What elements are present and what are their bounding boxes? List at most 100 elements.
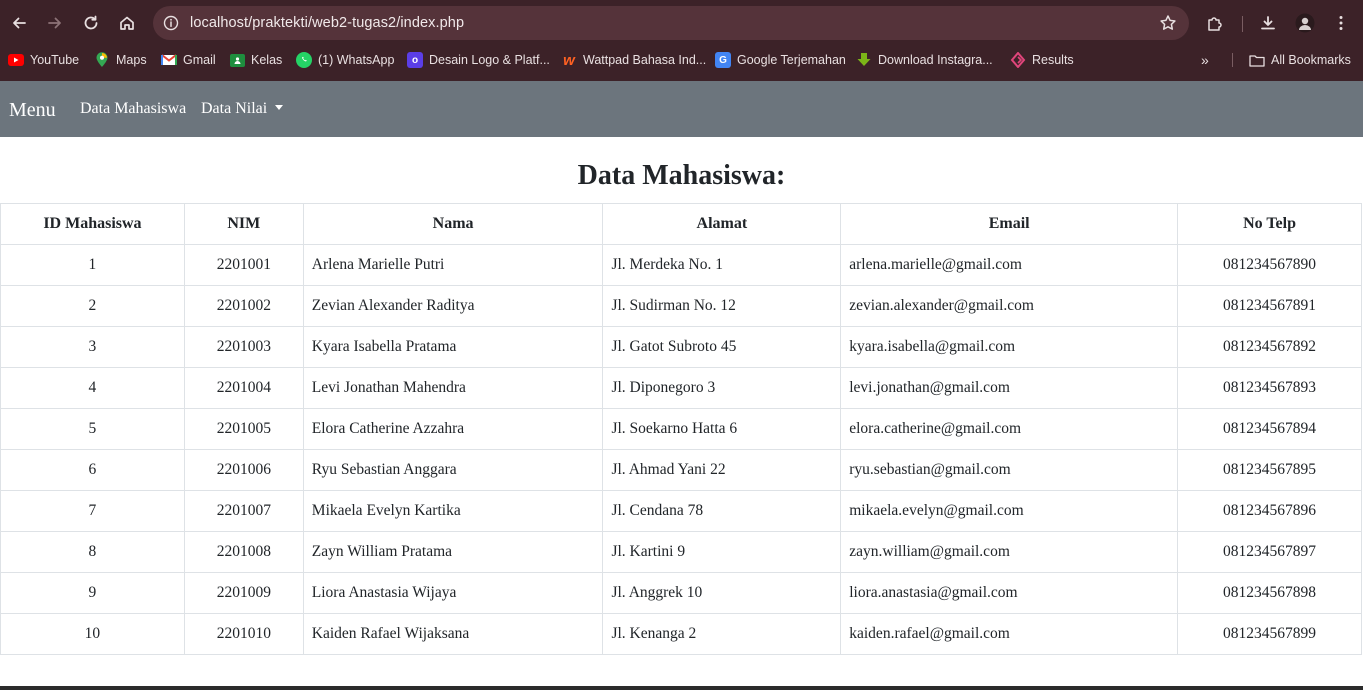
reload-button[interactable] xyxy=(76,8,106,38)
table-row: 1 2201001 Arlena Marielle Putri Jl. Merdeka… xyxy=(0,244,1362,286)
cell-nama: Zevian Alexander Raditya xyxy=(302,285,604,327)
cell-email: liora.anastasia@gmail.com xyxy=(840,572,1179,614)
cell-alamat: Jl. Ahmad Yani 22 xyxy=(602,449,842,491)
cell-nim: 2201004 xyxy=(183,367,304,409)
cell-nama: Elora Catherine Azzahra xyxy=(302,408,604,450)
back-button[interactable] xyxy=(4,8,34,38)
column-header-email: Email xyxy=(840,203,1179,245)
gmail-icon xyxy=(161,52,177,68)
cell-email: elora.catherine@gmail.com xyxy=(840,408,1179,450)
wattpad-icon: w xyxy=(563,51,575,69)
nav-link-data-mahasiswa[interactable]: Data Mahasiswa xyxy=(80,100,186,118)
bookmark-label: Wattpad Bahasa Ind... xyxy=(583,53,707,67)
maps-icon xyxy=(94,52,110,68)
cell-nim: 2201006 xyxy=(183,449,304,491)
column-header-nama: Nama xyxy=(302,203,604,245)
browser-menu-button[interactable] xyxy=(1326,8,1356,38)
cell-id: 7 xyxy=(0,490,185,532)
column-header-alamat: Alamat xyxy=(602,203,842,245)
table-row: 2 2201002 Zevian Alexander Raditya Jl. Sudi… xyxy=(0,285,1362,327)
cell-nama: Levi Jonathan Mahendra xyxy=(302,367,604,409)
forward-button[interactable] xyxy=(40,8,70,38)
site-info-icon[interactable] xyxy=(161,13,181,33)
cell-nama: Kyara Isabella Pratama xyxy=(302,326,604,368)
cell-alamat: Jl. Anggrek 10 xyxy=(602,572,842,614)
cell-nim: 2201001 xyxy=(183,244,304,286)
cell-id: 8 xyxy=(0,531,185,573)
classroom-icon xyxy=(230,53,245,67)
cell-id: 4 xyxy=(0,367,185,409)
bookmark-download-instagram[interactable]: Download Instagra... xyxy=(856,50,993,70)
toolbar-divider xyxy=(1242,16,1243,32)
url-text[interactable]: localhost/praktekti/web2-tugas2/index.ph… xyxy=(190,15,464,31)
home-button[interactable] xyxy=(112,8,142,38)
results-icon xyxy=(1010,52,1026,68)
avatar xyxy=(1295,13,1315,33)
all-bookmarks-label: All Bookmarks xyxy=(1271,53,1351,67)
cell-alamat: Jl. Merdeka No. 1 xyxy=(602,244,842,286)
bookmark-desain-logo[interactable]: o Desain Logo & Platf... xyxy=(407,50,550,70)
cell-no-telp: 081234567891 xyxy=(1177,285,1362,327)
taskbar-edge xyxy=(0,686,1363,690)
cell-nama: Arlena Marielle Putri xyxy=(302,244,604,286)
bookmark-label: Results xyxy=(1032,53,1074,67)
bookmark-label: Kelas xyxy=(251,53,283,67)
cell-email: arlena.marielle@gmail.com xyxy=(840,244,1179,286)
profile-button[interactable] xyxy=(1290,8,1320,38)
table-row: 4 2201004 Levi Jonathan Mahendra Jl. Dipone… xyxy=(0,367,1362,409)
cell-email: mikaela.evelyn@gmail.com xyxy=(840,490,1179,532)
bookmark-label: Download Instagra... xyxy=(878,53,993,67)
more-bookmarks-button[interactable]: » xyxy=(1201,50,1209,70)
bookmark-label: Google Terjemahan xyxy=(737,53,846,67)
downloads-button[interactable] xyxy=(1253,8,1283,38)
back-arrow-icon xyxy=(13,17,26,29)
cell-no-telp: 081234567896 xyxy=(1177,490,1362,532)
navbar-brand[interactable]: Menu xyxy=(9,99,56,122)
cell-no-telp: 081234567890 xyxy=(1177,244,1362,286)
bookmark-maps[interactable]: Maps xyxy=(94,50,147,70)
cell-no-telp: 081234567894 xyxy=(1177,408,1362,450)
bookmark-wattpad[interactable]: w Wattpad Bahasa Ind... xyxy=(561,50,706,70)
cell-no-telp: 081234567899 xyxy=(1177,613,1362,655)
forward-arrow-icon xyxy=(48,17,61,29)
bookmarks-bar: YouTube Maps Gmail Kelas (1) WhatsApp o … xyxy=(0,46,1363,74)
cell-id: 6 xyxy=(0,449,185,491)
canva-icon: o xyxy=(407,52,423,68)
cell-id: 1 xyxy=(0,244,185,286)
bookmark-star-icon[interactable] xyxy=(1159,14,1177,32)
bookmark-youtube[interactable]: YouTube xyxy=(8,50,79,70)
download-icon xyxy=(1261,16,1275,30)
nav-dropdown-data-nilai[interactable]: Data Nilai xyxy=(201,100,284,118)
bookmark-results[interactable]: Results xyxy=(1010,50,1074,70)
cell-nama: Liora Anastasia Wijaya xyxy=(302,572,604,614)
caret-down-icon xyxy=(275,105,284,111)
bookmarks-divider xyxy=(1232,53,1233,67)
cell-nim: 2201008 xyxy=(183,531,304,573)
bookmark-kelas[interactable]: Kelas xyxy=(230,50,282,70)
bookmark-google-terjemahan[interactable]: G Google Terjemahan xyxy=(715,50,846,70)
cell-id: 9 xyxy=(0,572,185,614)
cell-nim: 2201003 xyxy=(183,326,304,368)
navbar: Menu Data Mahasiswa Data Nilai xyxy=(0,81,1363,137)
cell-alamat: Jl. Kartini 9 xyxy=(602,531,842,573)
cell-nim: 2201005 xyxy=(183,408,304,450)
table-body: 1 2201001 Arlena Marielle Putri Jl. Merdeka… xyxy=(0,244,1362,655)
cell-email: zevian.alexander@gmail.com xyxy=(840,285,1179,327)
bookmark-whatsapp[interactable]: (1) WhatsApp xyxy=(296,50,394,70)
download-arrow-icon xyxy=(856,52,872,68)
address-bar[interactable]: localhost/praktekti/web2-tugas2/index.ph… xyxy=(153,6,1189,40)
bookmark-label: Maps xyxy=(116,53,147,67)
cell-no-telp: 081234567897 xyxy=(1177,531,1362,573)
youtube-icon xyxy=(8,54,24,66)
reload-icon xyxy=(84,15,98,30)
table-row: 9 2201009 Liora Anastasia Wijaya Jl. Anggre… xyxy=(0,572,1362,614)
cell-email: zayn.william@gmail.com xyxy=(840,531,1179,573)
bookmark-gmail[interactable]: Gmail xyxy=(161,50,216,70)
bookmark-label: (1) WhatsApp xyxy=(318,53,395,67)
cell-id: 10 xyxy=(0,613,185,655)
all-bookmarks-button[interactable]: All Bookmarks xyxy=(1249,50,1351,70)
table-row: 7 2201007 Mikaela Evelyn Kartika Jl. Cendan… xyxy=(0,490,1362,532)
cell-nim: 2201010 xyxy=(183,613,304,655)
cell-no-telp: 081234567895 xyxy=(1177,449,1362,491)
extensions-button[interactable] xyxy=(1200,8,1230,38)
